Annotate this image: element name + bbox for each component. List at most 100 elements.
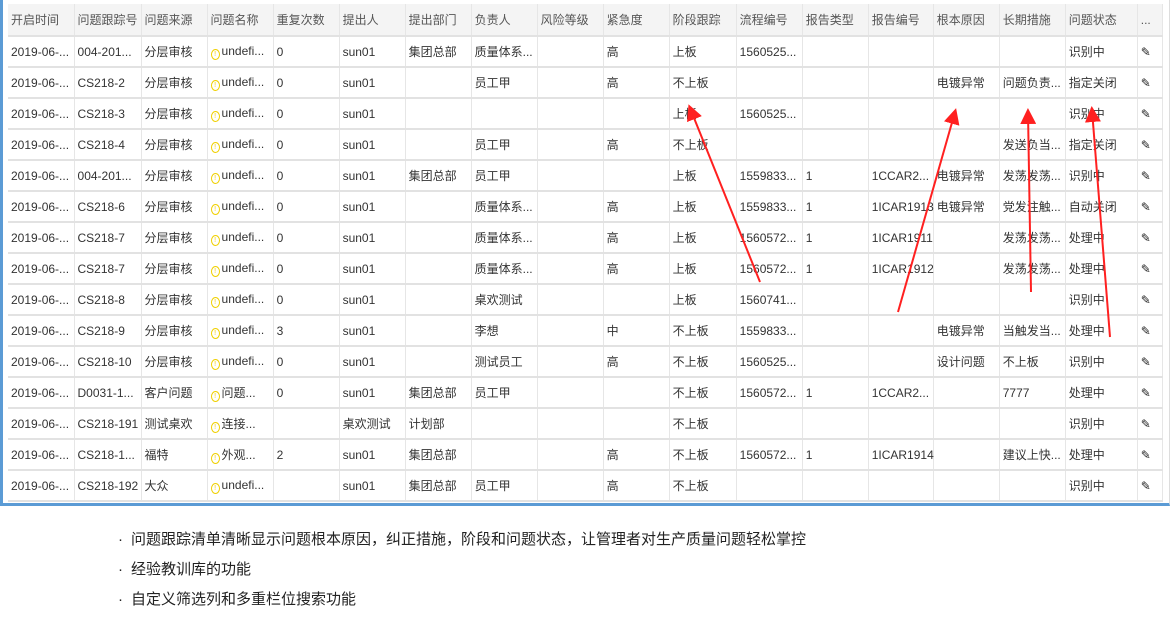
pencil-edit-icon[interactable]: ✎ [1141,355,1151,369]
table-row[interactable]: 2019-06-... CS218-7 分层审核! undefi... 0 sun01 质量… [8,253,1164,285]
pencil-edit-icon[interactable]: ✎ [1141,479,1151,493]
table-row[interactable]: 2019-06-... CS218-4 分层审核! undefi... 0 sun01 员工… [8,129,1164,161]
table-cell: 分层审核 [141,36,208,68]
column-header[interactable]: 报告编号 [868,4,934,37]
pencil-edit-icon[interactable]: ✎ [1141,448,1151,462]
table-row[interactable]: 2019-06-... CS218-192 大众! undefi... sun01 集团总… [8,470,1164,502]
column-header[interactable]: 提出部门 [405,4,472,37]
pencil-edit-icon[interactable]: ✎ [1141,386,1151,400]
column-header[interactable]: 报告类型 [802,4,869,37]
column-header[interactable]: 风险等级 [537,4,604,37]
table-row[interactable]: 2019-06-... CS218-9 分层审核! undefi... 3 sun01 李想… [8,315,1164,347]
column-header[interactable]: 阶段跟踪 [669,4,737,37]
cell-text: 1559833... [739,323,797,338]
column-header[interactable]: 流程编号 [736,4,803,37]
table-cell [802,284,869,316]
table-cell: 1CCAR2... [868,160,934,192]
pencil-edit-icon[interactable]: ✎ [1141,324,1151,338]
column-header[interactable]: 负责人 [471,4,538,37]
table-cell: 集团总部 [405,439,472,471]
column-header[interactable]: 开启时间 [8,4,75,37]
table-cell: ! undefi... [207,222,274,254]
cell-text: 电镀异常 [936,200,985,214]
table-row[interactable]: 2019-06-... CS218-191 测试桌欢! 连接... 桌欢测试 计划部 不上板… [8,408,1164,440]
row-action-cell: ✎ [1137,315,1164,347]
table-cell: 1 [802,253,869,285]
pencil-edit-icon[interactable]: ✎ [1141,169,1151,183]
column-header[interactable]: 问题跟踪号 [74,4,142,37]
table-cell: 2 [273,439,340,471]
column-header[interactable]: 问题名称 [207,4,274,37]
column-header[interactable]: 紧急度 [603,4,670,37]
cell-text: 高 [606,355,619,369]
cell-text: 1 [805,447,813,462]
table-row[interactable]: 2019-06-... CS218-3 分层审核! undefi... 0 sun01 上板… [8,98,1164,130]
pencil-edit-icon[interactable]: ✎ [1141,138,1151,152]
table-cell: 处理中 [1065,253,1138,285]
column-header[interactable]: 长期措施 [999,4,1066,37]
pencil-edit-icon[interactable]: ✎ [1141,107,1151,121]
table-cell [802,470,869,502]
table-row[interactable]: 2019-06-... 004-201... 分层审核! undefi... 0 sun0… [8,36,1164,68]
table-cell: 识别中 [1065,408,1138,440]
cell-text: 1CCAR2... [871,385,930,400]
table-cell [933,439,1000,471]
cell-text: undefi... [221,322,265,337]
table-cell [405,315,472,347]
cell-text: 004-201... [77,44,132,59]
table-cell: 2019-06-... [8,222,75,254]
pencil-edit-icon[interactable]: ✎ [1141,417,1151,431]
pencil-edit-icon[interactable]: ✎ [1141,262,1151,276]
table-cell: 0 [273,191,340,223]
table-cell [933,253,1000,285]
table-cell: sun01 [339,129,406,161]
column-header[interactable]: 根本原因 [933,4,1000,37]
table-cell: 2019-06-... [8,129,75,161]
table-cell: 分层审核 [141,253,208,285]
table-row[interactable]: 2019-06-... CS218-6 分层审核! undefi... 0 sun01 质量… [8,191,1164,223]
pencil-edit-icon[interactable]: ✎ [1141,231,1151,245]
table-row[interactable]: 2019-06-... CS218-10 分层审核! undefi... 0 sun01 测… [8,346,1164,378]
column-header[interactable]: 重复次数 [273,4,340,37]
table-cell [736,470,803,502]
table-cell [405,222,472,254]
pencil-edit-icon[interactable]: ✎ [1141,293,1151,307]
pencil-edit-icon[interactable]: ✎ [1141,200,1151,214]
table-cell: 1559833... [736,315,803,347]
pencil-edit-icon[interactable]: ✎ [1141,76,1151,90]
table-cell: CS218-2 [74,67,142,99]
cell-text: 质量体系... [474,262,533,276]
cell-text: 上板 [672,262,697,276]
table-row[interactable]: 2019-06-... CS218-2 分层审核! undefi... 0 sun01 员工… [8,67,1164,99]
warning-circle-icon: ! [210,79,220,91]
table-cell: 1560741... [736,284,803,316]
table-cell: 2019-06-... [8,377,75,409]
table-row[interactable]: 2019-06-... CS218-1... 福特! 外观... 2 sun01 集团总部高… [8,439,1164,471]
table-cell [603,377,670,409]
cell-text: 分层审核 [144,200,193,214]
table-cell: 1560572... [736,377,803,409]
table-row[interactable]: 2019-06-... D0031-1... 客户问题! 问题... 0 sun01 集团总… [8,377,1164,409]
table-cell: 分层审核 [141,98,208,130]
cell-text: 2019-06-... [11,168,70,183]
column-header[interactable]: 问题状态 [1065,4,1138,37]
table-cell [736,408,803,440]
table-cell: 质量体系... [471,222,538,254]
table-row[interactable]: 2019-06-... CS218-8 分层审核! undefi... 0 sun01 桌欢… [8,284,1164,316]
table-cell [537,191,604,223]
column-header[interactable]: ... [1137,4,1164,37]
table-row[interactable]: 2019-06-... CS218-7 分层审核! undefi... 0 sun01 质量… [8,222,1164,254]
table-cell: 2019-06-... [8,439,75,471]
warning-circle-icon: ! [210,234,220,246]
column-header[interactable]: 提出人 [339,4,406,37]
table-row[interactable]: 2019-06-... 004-201... 分层审核! undefi... 0 sun0… [8,160,1164,192]
table-cell [868,408,934,440]
column-header[interactable]: 问题来源 [141,4,208,37]
table-cell: 上板 [669,160,737,192]
pencil-edit-icon[interactable]: ✎ [1141,45,1151,59]
cell-text: 高 [606,45,619,59]
cell-text: 分层审核 [144,355,193,369]
cell-text: 2019-06-... [11,416,70,431]
cell-text: 分层审核 [144,76,193,90]
table-cell [471,439,538,471]
